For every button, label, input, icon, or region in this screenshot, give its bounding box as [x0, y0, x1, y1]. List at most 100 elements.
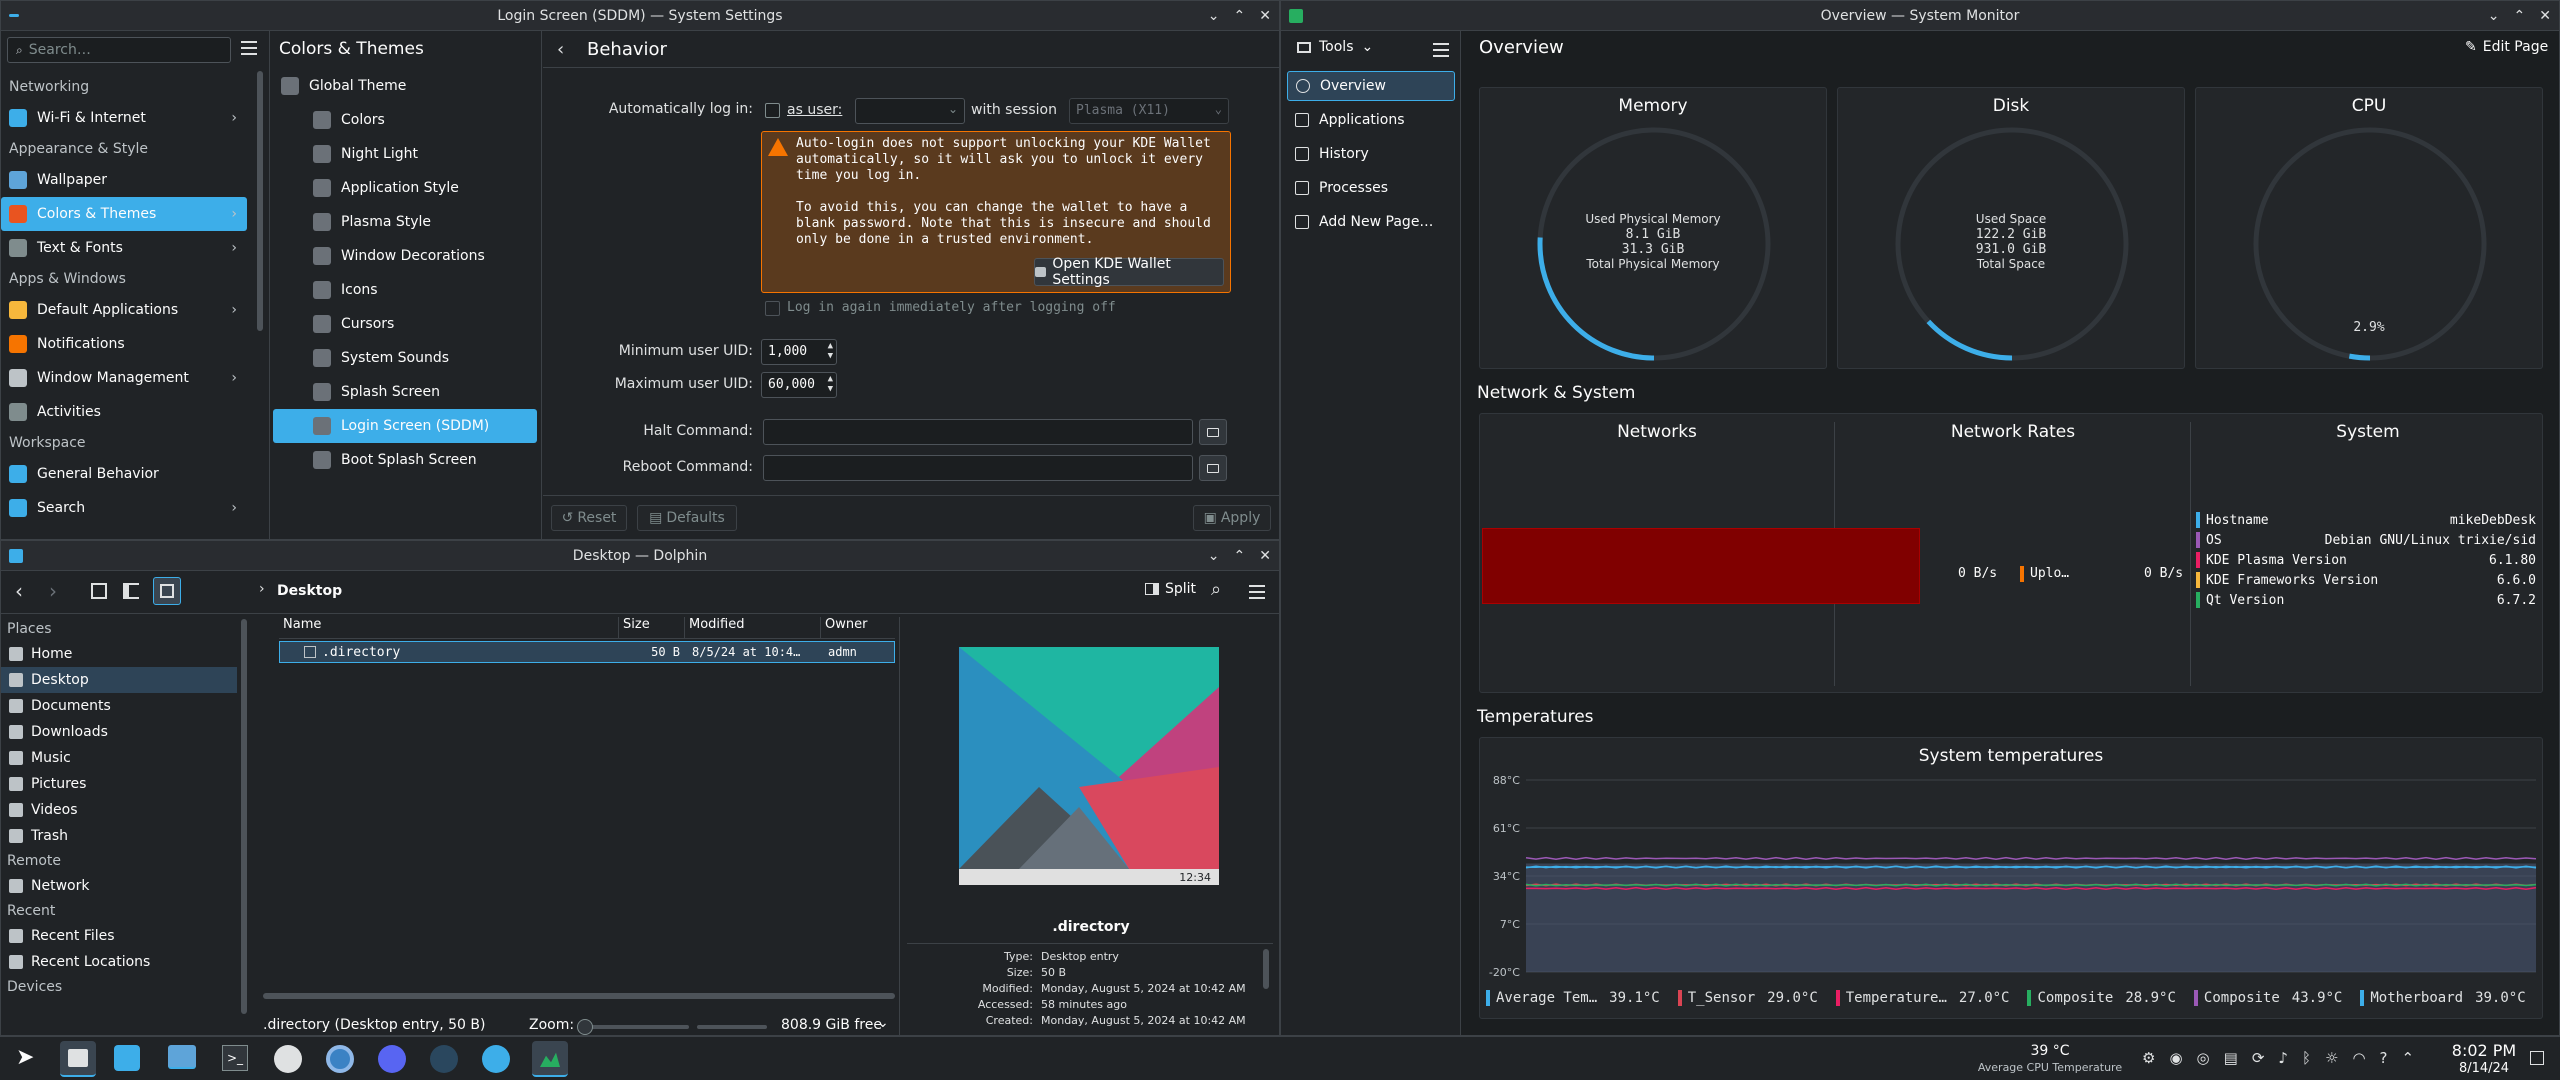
tray-clipboard-icon[interactable]: ▤ — [2224, 1049, 2238, 1067]
places-item[interactable]: Pictures — [1, 771, 237, 797]
spin-arrows-icon[interactable]: ▲ ▼ — [828, 341, 833, 361]
reboot-command-input[interactable] — [763, 455, 1193, 481]
category-scrollbar[interactable] — [257, 71, 263, 331]
category-item[interactable]: Wallpaper — [1, 163, 247, 197]
task-browser[interactable] — [482, 1045, 510, 1073]
minimize-icon[interactable]: ⌄ — [1208, 548, 1220, 564]
tray-sync-icon[interactable]: ⟳ — [2252, 1049, 2265, 1067]
subcategory-item[interactable]: Plasma Style — [273, 205, 537, 239]
tray-gamepad-icon[interactable]: ⚙ — [2142, 1049, 2155, 1067]
edit-page-button[interactable]: ✎ Edit Page — [2465, 39, 2548, 55]
clock-date[interactable]: 8/14/24 — [2444, 1061, 2524, 1076]
places-scrollbar[interactable] — [241, 619, 247, 1014]
settings-titlebar[interactable]: Login Screen (SDDM) — System Settings ⌄ ⌃… — [1, 1, 1279, 31]
reboot-browse-button[interactable] — [1199, 455, 1227, 481]
monitor-nav-item[interactable]: Add New Page… — [1287, 207, 1455, 237]
details-view-icon[interactable] — [153, 577, 181, 605]
places-item[interactable]: Desktop — [1, 667, 237, 693]
free-space-label[interactable]: 808.9 GiB free — [781, 1017, 882, 1033]
compact-view-icon[interactable] — [123, 583, 139, 599]
subcategory-item[interactable]: Window Decorations — [273, 239, 537, 273]
autologin-checkbox[interactable] — [765, 103, 780, 118]
close-icon[interactable]: ✕ — [2539, 8, 2551, 24]
halt-browse-button[interactable] — [1199, 419, 1227, 445]
task-settings[interactable] — [60, 1041, 96, 1077]
open-wallet-settings-button[interactable]: Open KDE Wallet Settings — [1034, 256, 1224, 288]
task-chromium[interactable] — [326, 1045, 354, 1073]
category-item[interactable]: Window Management › — [1, 361, 247, 395]
task-system-monitor[interactable] — [532, 1041, 568, 1077]
session-select[interactable]: Plasma (X11) ⌄ — [1069, 98, 1229, 124]
zoom-slider-handle[interactable] — [577, 1019, 593, 1035]
category-item[interactable]: General Behavior — [1, 457, 247, 491]
col-owner[interactable]: Owner — [821, 617, 891, 638]
max-uid-spinbox[interactable]: 60,000 ▲ ▼ — [761, 372, 837, 398]
tray-discord-icon[interactable]: ◉ — [2169, 1049, 2182, 1067]
zoom-slider[interactable] — [577, 1019, 689, 1035]
close-icon[interactable]: ✕ — [1259, 8, 1271, 24]
monitor-nav-item[interactable]: Applications — [1287, 105, 1455, 135]
icons-view-icon[interactable] — [91, 583, 107, 599]
subcategory-item[interactable]: Colors — [273, 103, 537, 137]
places-item[interactable]: Music — [1, 745, 237, 771]
monitor-titlebar[interactable]: Overview — System Monitor ⌄ ⌃ ✕ — [1281, 1, 2559, 31]
hamburger-menu-icon[interactable] — [241, 41, 257, 55]
split-button[interactable]: Split — [1145, 581, 1196, 597]
monitor-nav-item[interactable]: Processes — [1287, 173, 1455, 203]
subcategory-item[interactable]: Application Style — [273, 171, 537, 205]
category-item[interactable]: Text & Fonts › — [1, 231, 247, 265]
horizontal-scrollbar[interactable] — [263, 993, 895, 999]
min-uid-spinbox[interactable]: 1,000 ▲ ▼ — [761, 339, 837, 365]
file-row[interactable]: .directory 50 B 8/5/24 at 10:4… admn — [279, 641, 895, 663]
places-item[interactable]: Home — [1, 641, 237, 667]
category-item[interactable]: Default Applications › — [1, 293, 247, 327]
monitor-nav-item[interactable]: Overview — [1287, 71, 1455, 101]
settings-search-field[interactable]: ⌕ Search… — [7, 37, 231, 63]
spin-arrows-icon[interactable]: ▲ ▼ — [828, 374, 833, 394]
task-discord[interactable] — [378, 1045, 406, 1073]
tools-menu[interactable]: Tools ⌄ — [1297, 39, 1373, 55]
subcategory-item[interactable]: Cursors — [273, 307, 537, 341]
subcategory-item[interactable]: Global Theme — [273, 69, 537, 103]
category-item[interactable]: Colors & Themes › — [1, 197, 247, 231]
subcategory-item[interactable]: Boot Splash Screen — [273, 443, 537, 477]
user-select[interactable]: ⌄ — [855, 98, 965, 124]
places-item[interactable]: Recent Files — [1, 923, 237, 949]
tray-expand-icon[interactable]: ⌃ — [2402, 1049, 2415, 1067]
task-dolphin[interactable] — [168, 1045, 196, 1069]
places-item[interactable]: Network — [1, 873, 237, 899]
task-steam[interactable] — [430, 1045, 458, 1073]
subcategory-item[interactable]: Night Light — [273, 137, 537, 171]
places-item[interactable]: Downloads — [1, 719, 237, 745]
tray-brightness-icon[interactable]: ☼ — [2325, 1049, 2338, 1067]
dolphin-titlebar[interactable]: Desktop — Dolphin ⌄ ⌃ ✕ — [1, 541, 1279, 571]
subcategory-item[interactable]: Login Screen (SDDM) — [273, 409, 537, 443]
back-arrow-icon[interactable]: ‹ — [557, 39, 564, 60]
hamburger-menu-icon[interactable] — [1249, 585, 1265, 599]
category-item[interactable]: Search › — [1, 491, 247, 525]
category-item[interactable]: Notifications — [1, 327, 247, 361]
col-name[interactable]: Name — [279, 617, 619, 638]
task-terminal[interactable]: >_ — [222, 1045, 248, 1071]
hamburger-menu-icon[interactable] — [1433, 43, 1449, 57]
as-user-label[interactable]: as user: — [787, 102, 842, 118]
search-icon[interactable]: ⌕ — [1211, 579, 1221, 600]
app-launcher-icon[interactable]: ➤ — [16, 1045, 34, 1070]
category-item[interactable]: Wi-Fi & Internet › — [1, 101, 247, 135]
subcategory-item[interactable]: Icons — [273, 273, 537, 307]
maximize-icon[interactable]: ⌃ — [2514, 8, 2526, 24]
places-item[interactable]: Documents — [1, 693, 237, 719]
places-item[interactable]: Trash — [1, 823, 237, 849]
tray-volume-icon[interactable]: ♪ — [2278, 1049, 2288, 1067]
col-size[interactable]: Size — [619, 617, 685, 638]
minimize-icon[interactable]: ⌄ — [1208, 8, 1220, 24]
tray-steam-icon[interactable]: ◎ — [2197, 1049, 2210, 1067]
col-modified[interactable]: Modified — [685, 617, 821, 638]
breadcrumb-desktop[interactable]: Desktop — [277, 583, 342, 599]
task-qbittorrent[interactable] — [274, 1045, 302, 1073]
monitor-nav-item[interactable]: History — [1287, 139, 1455, 169]
tray-network-icon[interactable]: ◠ — [2352, 1049, 2365, 1067]
apply-button[interactable]: ▣ Apply — [1193, 505, 1271, 531]
maximize-icon[interactable]: ⌃ — [1234, 548, 1246, 564]
subcategory-item[interactable]: Splash Screen — [273, 375, 537, 409]
